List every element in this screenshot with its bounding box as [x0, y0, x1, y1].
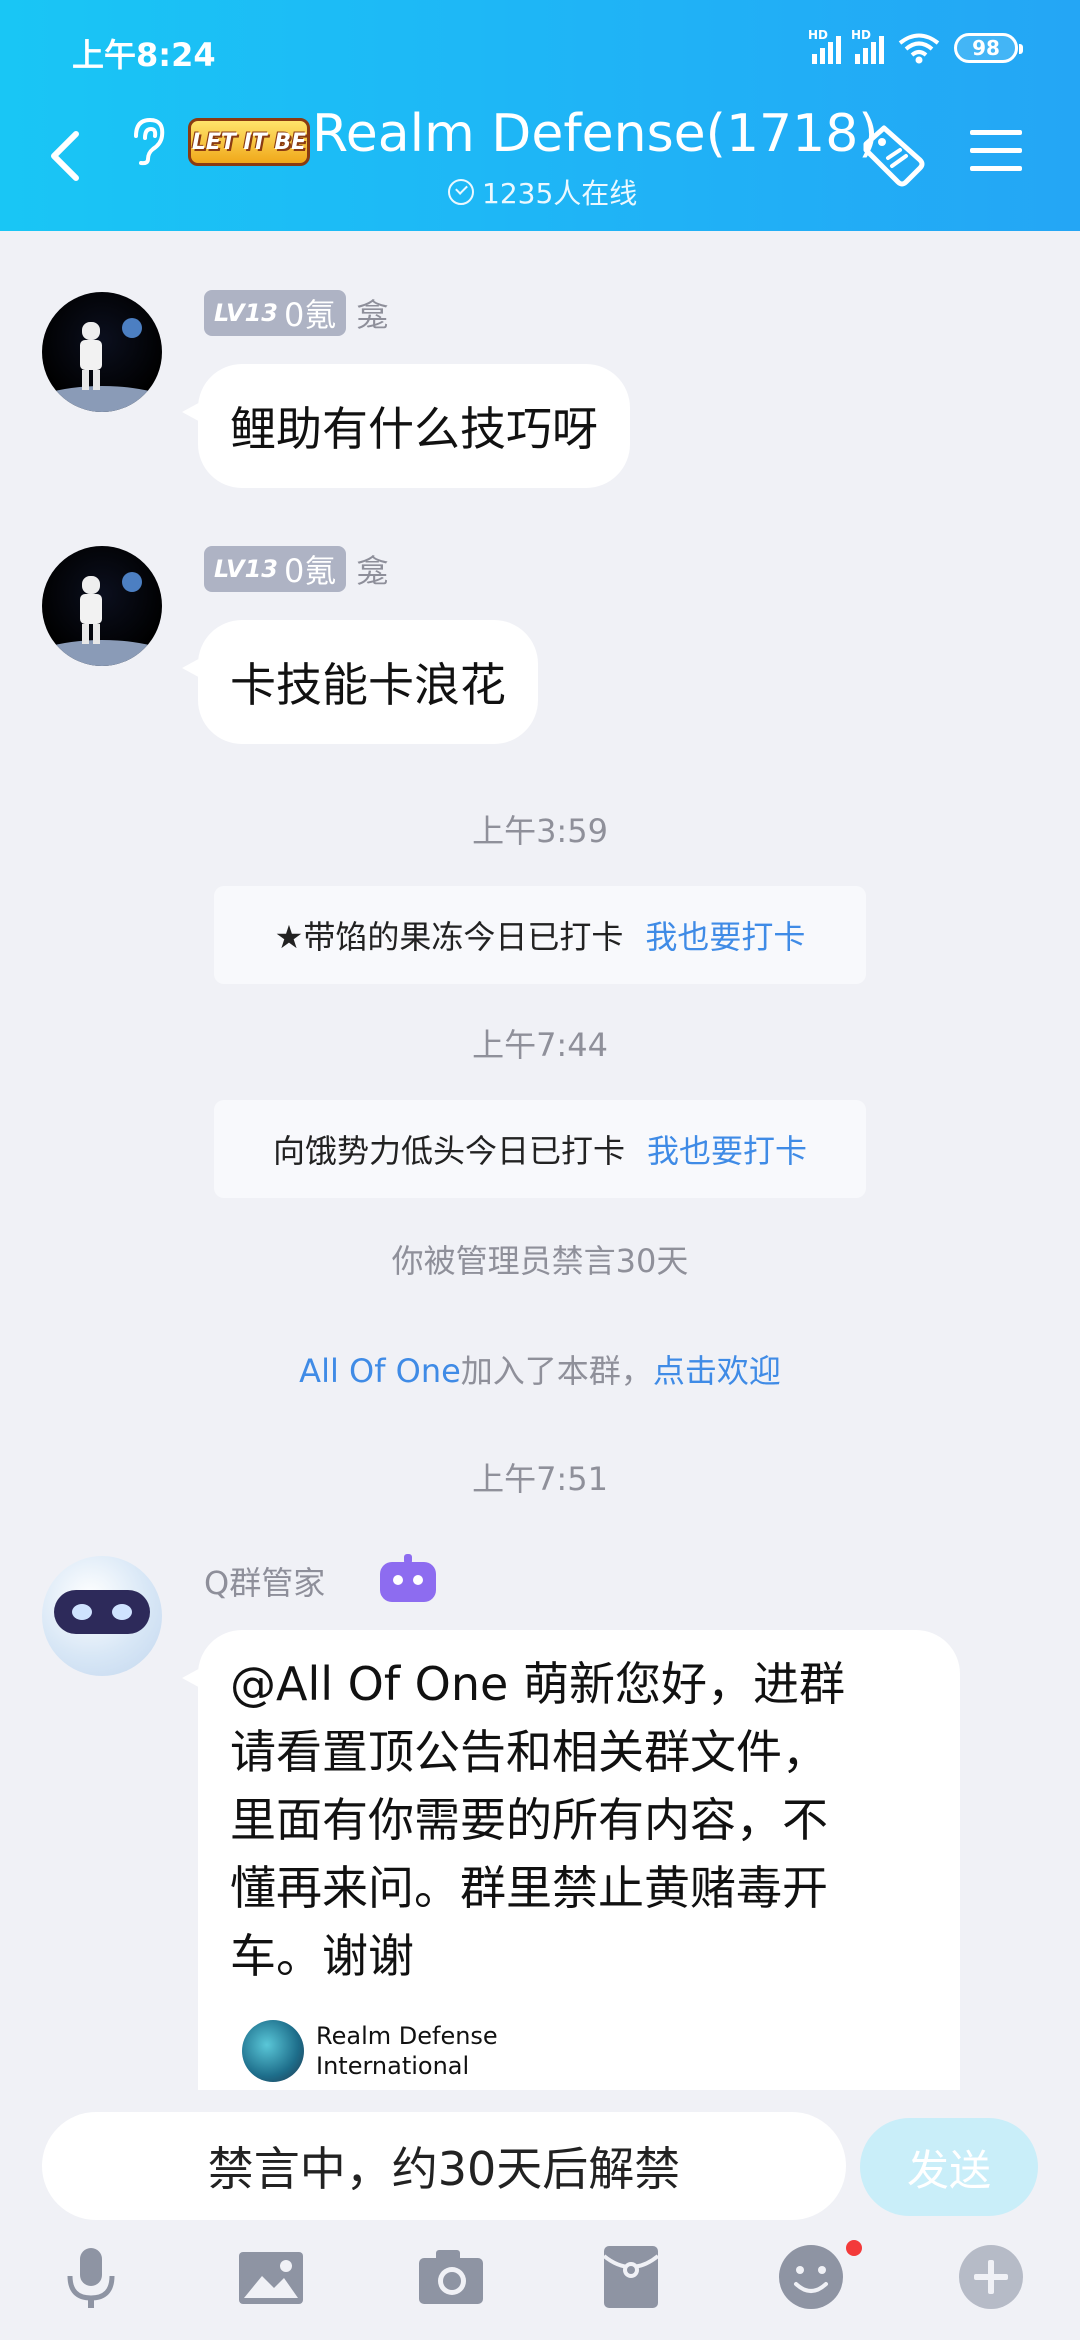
sender-info: LV13 0氪 龛 [204, 290, 388, 336]
ear-icon[interactable] [124, 116, 168, 166]
welcome-link[interactable]: 点击欢迎 [653, 1352, 781, 1390]
back-icon[interactable] [44, 128, 88, 184]
join-notice: All Of One加入了本群，点击欢迎 [0, 1346, 1080, 1392]
message-bubble[interactable]: 鲤助有什么技巧呀 [182, 364, 630, 488]
microphone-icon[interactable] [56, 2242, 126, 2312]
checkin-link[interactable]: 我也要打卡 [647, 1126, 807, 1172]
astronaut-avatar-icon [42, 318, 162, 412]
level-text: LV13 [214, 299, 278, 327]
checkin-link[interactable]: 我也要打卡 [645, 912, 805, 958]
robot-icon [380, 1554, 436, 1602]
online-count: 1235人在线 [448, 172, 637, 212]
file-title-line: International [316, 2052, 470, 2080]
muted-input-field: 禁言中，约30天后解禁 [42, 2112, 846, 2220]
level-badge: LV13 0氪 [204, 290, 347, 336]
message-line: 车。谢谢 [230, 1929, 414, 1983]
message-bubble[interactable]: @All Of One 萌新您好，进群 请看置顶公告和相关群文件， 里面有你需要… [182, 1630, 960, 2100]
avatar[interactable] [42, 1556, 162, 1676]
cell-signal-icon: HD [851, 28, 884, 64]
status-bar: 上午8:24 HD HD 98 [0, 0, 1080, 100]
chat-header: 上午8:24 HD HD 98 LET IT BE Realm Defense(… [0, 0, 1080, 231]
plus-icon[interactable] [956, 2242, 1026, 2312]
check-circle-icon [448, 179, 474, 205]
member-title: 0氪 [283, 552, 337, 590]
message-line: 里面有你需要的所有内容，不 [230, 1793, 828, 1847]
file-title: Realm Defense International [316, 2021, 498, 2081]
checkin-text: 向饿势力低头今日已打卡 [272, 1132, 625, 1170]
time-separator: 上午7:51 [472, 1460, 608, 1498]
tag-icon[interactable] [858, 124, 930, 188]
menu-icon[interactable] [968, 126, 1024, 176]
astronaut-avatar-icon [42, 572, 162, 666]
red-packet-icon[interactable] [596, 2242, 666, 2312]
avatar[interactable] [42, 292, 162, 412]
level-text: LV13 [214, 555, 278, 583]
sender-info: LV13 0氪 龛 [204, 546, 388, 592]
time-separator: 上午7:44 [472, 1026, 608, 1064]
online-count-text: 1235人在线 [482, 177, 638, 210]
message-bubble[interactable]: 卡技能卡浪花 [182, 620, 538, 744]
level-badge: LV13 0氪 [204, 546, 347, 592]
sender-name[interactable]: 龛 [356, 546, 388, 592]
checkin-card: 向饿势力低头今日已打卡 我也要打卡 [214, 1100, 866, 1198]
message-line: 懂再来问。群里禁止黄赌毒开 [230, 1861, 828, 1915]
battery-level: 98 [972, 36, 1000, 60]
sender-name[interactable]: 龛 [356, 290, 388, 336]
joined-user-link[interactable]: All Of One [299, 1352, 461, 1390]
image-icon[interactable] [236, 2242, 306, 2312]
message-text: 鲤助有什么技巧呀 [230, 402, 598, 456]
message-text: 卡技能卡浪花 [230, 658, 506, 712]
emoji-icon[interactable] [776, 2242, 846, 2312]
checkin-card: ★带馅的果冻今日已打卡 我也要打卡 [214, 886, 866, 984]
game-logo-icon [242, 2020, 304, 2082]
time-separator: 上午3:59 [472, 812, 608, 850]
group-title[interactable]: Realm Defense(1718) [312, 104, 879, 164]
checkin-text: ★带馅的果冻今日已打卡 [274, 918, 624, 956]
badge-text: LET IT BE [191, 129, 307, 155]
camera-icon[interactable] [416, 2242, 486, 2312]
group-file-preview[interactable]: Realm Defense International [242, 2020, 498, 2082]
sender-name[interactable]: Q群管家 [204, 1558, 325, 1604]
battery-indicator: 98 [954, 33, 1023, 63]
group-badge-logo: LET IT BE [188, 118, 310, 166]
wifi-icon [898, 33, 940, 64]
robot-avatar-icon [54, 1590, 150, 1634]
avatar[interactable] [42, 546, 162, 666]
cell-signal-icon: HD [808, 28, 841, 64]
send-button[interactable]: 发送 [860, 2118, 1038, 2216]
status-icons: HD HD 98 [808, 28, 1023, 64]
message-line: 请看置顶公告和相关群文件， [230, 1725, 828, 1779]
member-title: 0氪 [283, 296, 337, 334]
status-time: 上午8:24 [72, 36, 216, 74]
join-text: 加入了本群， [460, 1352, 653, 1390]
file-title-line: Realm Defense [316, 2022, 498, 2050]
message-line: @All Of One 萌新您好，进群 [230, 1657, 845, 1711]
notification-dot [846, 2240, 862, 2256]
mute-notice: 你被管理员禁言30天 [391, 1242, 689, 1280]
